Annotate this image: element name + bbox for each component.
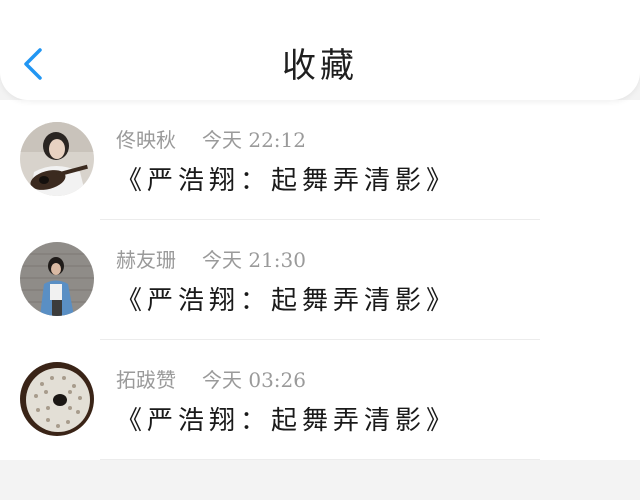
avatar[interactable] xyxy=(20,362,94,436)
page-title: 收藏 xyxy=(282,46,358,86)
favorite-user: 佟映秋 xyxy=(116,128,176,152)
favorite-time: 今天 21:30 xyxy=(202,248,306,272)
favorite-time: 今天 03:26 xyxy=(202,368,306,392)
favorite-content: 《严浩翔：起舞弄清影》 xyxy=(116,166,458,196)
favorite-time: 今天 22:12 xyxy=(202,128,306,152)
favorite-item[interactable]: 赫友珊 今天 21:30 《严浩翔：起舞弄清影》 xyxy=(0,220,640,340)
favorite-meta: 赫友珊 今天 21:30 xyxy=(116,244,306,273)
favorite-meta: 拓跋赞 今天 03:26 xyxy=(116,364,306,393)
favorite-content: 《严浩翔：起舞弄清影》 xyxy=(116,286,458,316)
favorite-content: 《严浩翔：起舞弄清影》 xyxy=(116,406,458,436)
divider xyxy=(100,459,540,460)
favorite-user: 拓跋赞 xyxy=(116,368,176,392)
avatar[interactable] xyxy=(20,242,94,316)
avatar[interactable] xyxy=(20,122,94,196)
top-bar: 收藏 xyxy=(0,0,640,100)
favorite-meta: 佟映秋 今天 22:12 xyxy=(116,124,306,153)
favorite-item[interactable]: 佟映秋 今天 22:12 《严浩翔：起舞弄清影》 xyxy=(0,100,640,220)
favorite-user: 赫友珊 xyxy=(116,248,176,272)
favorites-list: 佟映秋 今天 22:12 《严浩翔：起舞弄清影》 赫友珊 今天 21:30 《严… xyxy=(0,100,640,460)
favorite-item[interactable]: 拓跋赞 今天 03:26 《严浩翔：起舞弄清影》 xyxy=(0,340,640,460)
